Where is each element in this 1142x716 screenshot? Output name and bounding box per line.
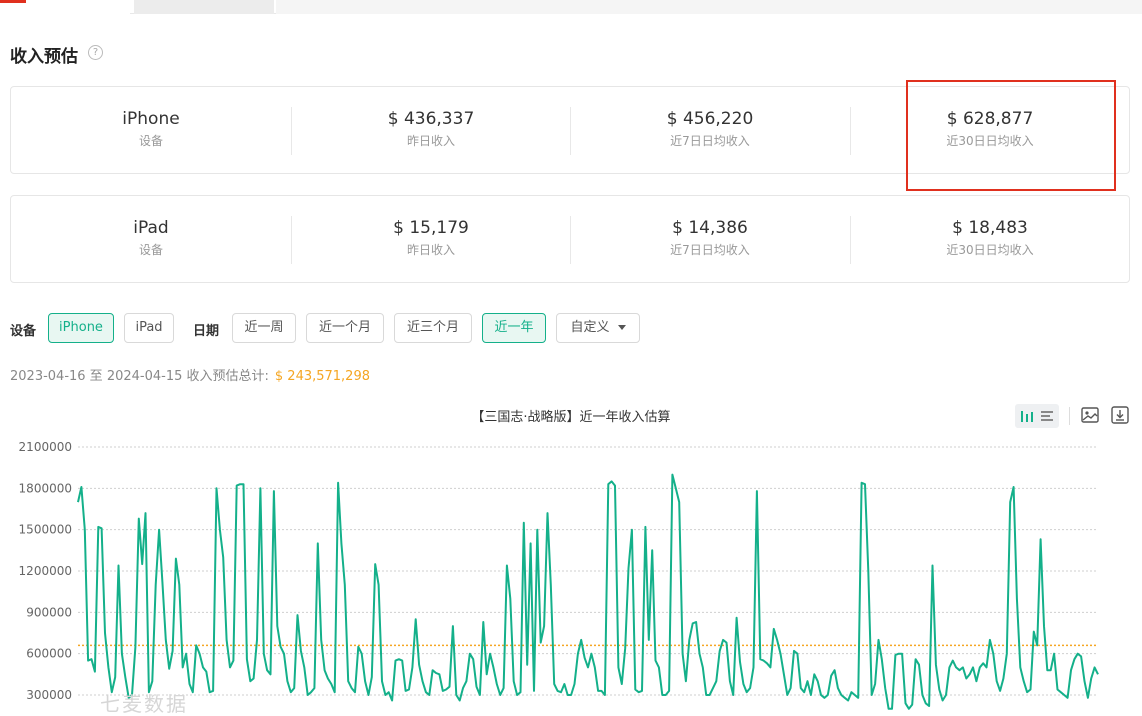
metric-label: 近7日日均收入 <box>670 243 750 257</box>
y-tick-label: 1800000 <box>19 481 72 495</box>
device-option-ipad[interactable]: iPad <box>124 313 174 343</box>
bar-chart-icon[interactable] <box>1017 406 1037 426</box>
metric-value: $ 456,220 <box>666 109 754 129</box>
metric-yesterday: $ 15,179 昨日收入 <box>291 196 571 284</box>
y-tick-label: 2100000 <box>19 440 72 454</box>
top-tab-active[interactable] <box>0 0 130 14</box>
date-option-year[interactable]: 近一年 <box>482 313 546 343</box>
list-icon[interactable] <box>1037 406 1057 426</box>
top-tab-filler <box>276 0 1142 14</box>
date-option-week[interactable]: 近一周 <box>232 313 296 343</box>
chart-title: 【三国志·战略版】近一年收入估算 <box>471 410 671 425</box>
question-circle-icon[interactable]: ? <box>88 45 103 60</box>
date-filter-label: 日期 <box>193 324 220 339</box>
ipad-revenue-card: iPad 设备 $ 15,179 昨日收入 $ 14,386 近7日日均收入 $… <box>10 195 1130 283</box>
metric-value: $ 15,179 <box>393 218 469 238</box>
section-title: 收入预估 <box>10 47 78 67</box>
image-icon[interactable] <box>1080 405 1100 425</box>
device-filter-label: 设备 <box>10 324 37 339</box>
card-device-cell: iPhone 设备 <box>11 87 291 175</box>
date-option-month[interactable]: 近一个月 <box>306 313 384 343</box>
caret-down-icon <box>617 325 626 330</box>
download-icon[interactable] <box>1110 405 1130 425</box>
y-tick-label: 900000 <box>26 605 72 619</box>
card-device-label: 设备 <box>138 243 163 257</box>
card-device-name: iPad <box>133 218 169 238</box>
toolbar-separator <box>1069 407 1070 425</box>
y-tick-label: 300000 <box>26 688 72 702</box>
card-device-cell: iPad 设备 <box>11 196 291 284</box>
metric-label: 昨日收入 <box>406 134 455 148</box>
revenue-summary: 2023-04-16 至 2024-04-15 收入预估总计: $ 243,571… <box>10 365 370 384</box>
highlight-annotation-box <box>906 80 1116 191</box>
date-custom-dropdown[interactable]: 自定义 <box>556 313 640 343</box>
watermark: 七麦数据 <box>100 692 188 716</box>
metric-label: 昨日收入 <box>406 243 455 257</box>
summary-total: $ 243,571,298 <box>274 369 370 384</box>
summary-range: 2023-04-16 至 2024-04-15 收入预估总计: <box>10 369 269 384</box>
chart-view-toggle <box>1015 404 1059 428</box>
y-tick-label: 1500000 <box>19 523 72 537</box>
metric-yesterday: $ 436,337 昨日收入 <box>291 87 571 175</box>
metric-value: $ 436,337 <box>387 109 475 129</box>
revenue-series-line[interactable] <box>77 473 1099 710</box>
device-option-iphone[interactable]: iPhone <box>48 313 114 343</box>
card-device-label: 设备 <box>138 134 163 148</box>
revenue-line-chart: 300000 600000 900000 1200000 1500000 1800000 2… <box>19 440 1099 710</box>
date-custom-label: 自定义 <box>570 320 610 335</box>
y-tick-label: 600000 <box>26 647 72 661</box>
metric-30day-avg: $ 18,483 近30日日均收入 <box>850 196 1130 284</box>
metric-7day-avg: $ 14,386 近7日日均收入 <box>570 196 850 284</box>
top-tab-bar <box>0 0 1142 14</box>
date-option-quarter[interactable]: 近三个月 <box>394 313 472 343</box>
y-tick-label: 1200000 <box>19 564 72 578</box>
top-tab-secondary[interactable] <box>134 0 274 14</box>
metric-label: 近7日日均收入 <box>670 134 750 148</box>
metric-7day-avg: $ 456,220 近7日日均收入 <box>570 87 850 175</box>
card-device-name: iPhone <box>122 109 180 129</box>
metric-label: 近30日日均收入 <box>946 243 1034 257</box>
metric-value: $ 14,386 <box>672 218 748 238</box>
metric-value: $ 18,483 <box>952 218 1028 238</box>
